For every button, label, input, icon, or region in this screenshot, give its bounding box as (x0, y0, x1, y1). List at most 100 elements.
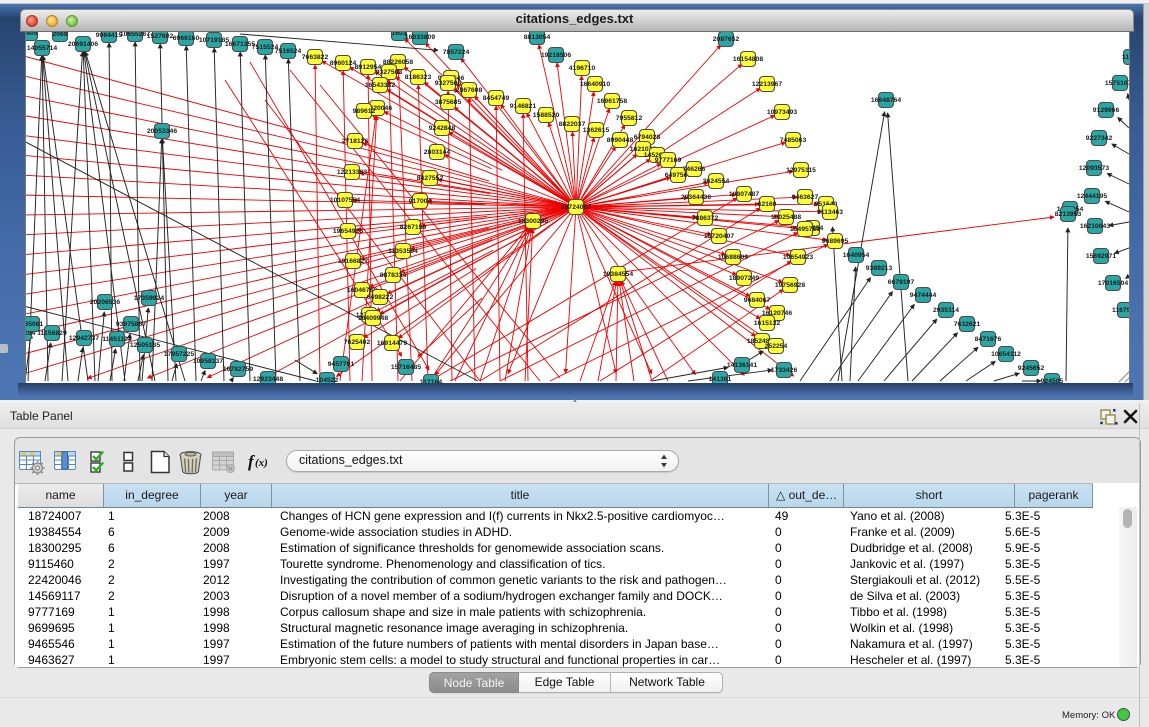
svg-text:9245652: 9245652 (1018, 365, 1045, 372)
svg-text:3624554: 3624554 (703, 178, 730, 185)
svg-text:9113463: 9113463 (817, 209, 843, 216)
svg-text:16648764: 16648764 (871, 97, 901, 104)
svg-text:11173: 11173 (1122, 54, 1129, 61)
svg-text:252254: 252254 (765, 343, 788, 350)
svg-text:9474444: 9474444 (910, 292, 937, 299)
svg-text:19654923: 19654923 (783, 254, 813, 261)
svg-text:7625402: 7625402 (344, 339, 371, 346)
svg-text:18724007: 18724007 (561, 204, 591, 211)
svg-text:8813054: 8813054 (524, 34, 551, 41)
svg-text:7516524: 7516524 (275, 48, 302, 55)
svg-text:15716485: 15716485 (391, 364, 421, 371)
svg-text:1362615: 1362615 (583, 127, 610, 134)
svg-text:9146821: 9146821 (510, 103, 537, 110)
svg-text:19166827: 19166827 (338, 258, 368, 265)
svg-text:16033809: 16033809 (405, 34, 435, 41)
svg-text:9064415: 9064415 (96, 32, 123, 39)
svg-text:1405: 1405 (26, 32, 38, 37)
svg-text:12213967: 12213967 (752, 81, 782, 88)
svg-text:11353594: 11353594 (388, 248, 418, 255)
svg-text:6498222: 6498222 (367, 294, 394, 301)
svg-text:11156829: 11156829 (37, 330, 67, 337)
svg-text:8990448: 8990448 (607, 137, 634, 144)
svg-text:9242848: 9242848 (429, 125, 456, 132)
svg-text:2803144: 2803144 (424, 149, 451, 156)
svg-text:8878334: 8878334 (380, 272, 407, 279)
svg-text:9389213: 9389213 (866, 265, 893, 272)
svg-text:8822037: 8822037 (559, 121, 586, 128)
svg-text:2087652: 2087652 (713, 36, 740, 43)
svg-text:20364436: 20364436 (681, 194, 711, 201)
svg-text:9457791: 9457791 (328, 361, 355, 368)
svg-text:9327503: 9327503 (376, 69, 403, 76)
svg-text:15720407: 15720407 (704, 233, 734, 240)
svg-text:10025488: 10025488 (771, 214, 801, 221)
svg-text:16961758: 16961758 (597, 98, 627, 105)
svg-text:15751074: 15751074 (1105, 80, 1129, 87)
svg-text:15495759: 15495759 (790, 226, 820, 233)
svg-text:8471676: 8471676 (975, 336, 1002, 343)
svg-text:3875685: 3875685 (435, 99, 462, 106)
svg-text:1733426: 1733426 (771, 367, 798, 374)
svg-text:10654112: 10654112 (991, 351, 1021, 358)
svg-text:989612: 989612 (353, 108, 376, 115)
svg-text:9777169: 9777169 (655, 157, 682, 164)
svg-text:14055714: 14055714 (27, 45, 57, 52)
svg-text:18300295: 18300295 (518, 218, 548, 225)
svg-text:2718126: 2718126 (342, 138, 369, 145)
svg-text:7663822: 7663822 (302, 54, 329, 61)
svg-text:15692971: 15692971 (1086, 253, 1116, 260)
svg-text:2935114: 2935114 (933, 307, 959, 314)
svg-text:12975115: 12975115 (786, 167, 816, 174)
svg-text:19218506: 19218506 (541, 52, 571, 59)
svg-text:7857224: 7857224 (443, 49, 470, 56)
svg-text:1167533: 1167533 (1112, 307, 1129, 314)
svg-text:8454749: 8454749 (483, 95, 510, 102)
svg-text:12444195: 12444195 (1077, 193, 1107, 200)
svg-text:9689695: 9689695 (822, 238, 849, 245)
svg-text:93975867: 93975867 (116, 321, 146, 328)
svg-text:8213953: 8213953 (1055, 211, 1082, 218)
svg-text:17016504: 17016504 (1098, 280, 1128, 287)
svg-text:20053346: 20053346 (147, 128, 177, 135)
svg-text:10107554: 10107554 (330, 197, 360, 204)
svg-text:1615132: 1615132 (754, 320, 781, 327)
svg-text:12213383: 12213383 (337, 169, 367, 176)
svg-text:2069: 2069 (52, 32, 67, 38)
svg-text:12942737: 12942737 (69, 335, 99, 342)
svg-text:9129966: 9129966 (1093, 107, 1120, 114)
svg-text:19654925: 19654925 (333, 228, 363, 235)
svg-text:10655267: 10655267 (120, 32, 150, 38)
svg-text:62160: 62160 (758, 201, 777, 208)
svg-text:1588520: 1588520 (533, 112, 560, 119)
svg-text:7955812: 7955812 (616, 115, 643, 122)
svg-text:16210643: 16210643 (1080, 223, 1110, 230)
svg-text:4196710: 4196710 (569, 65, 596, 72)
svg-text:8427552: 8427552 (417, 175, 444, 182)
svg-text:8267150: 8267150 (400, 224, 427, 231)
svg-text:20206536: 20206536 (90, 299, 120, 306)
svg-text:8186323: 8186323 (405, 74, 432, 81)
svg-text:(x): (x) (255, 457, 268, 469)
svg-text:12923448: 12923448 (253, 376, 283, 383)
svg-text:16640910: 16640910 (580, 81, 610, 88)
svg-text:19384554: 19384554 (603, 271, 633, 278)
svg-text:9327508: 9327508 (435, 80, 462, 87)
svg-text:16914479: 16914479 (377, 340, 407, 347)
svg-text:10807487: 10807487 (729, 191, 759, 198)
svg-text:17957225: 17957225 (164, 351, 194, 358)
svg-text:12093573: 12093573 (1079, 165, 1109, 172)
svg-text:16409948: 16409948 (358, 315, 388, 322)
svg-text:10958137: 10958137 (193, 358, 223, 365)
svg-text:18907249: 18907249 (729, 275, 759, 282)
svg-text:16543382: 16543382 (365, 82, 395, 89)
svg-text:8960124: 8960124 (330, 60, 357, 67)
svg-text:141361: 141361 (709, 376, 732, 383)
svg-text:746266: 746266 (683, 166, 706, 173)
svg-text:2867608: 2867608 (456, 87, 483, 94)
svg-text:6966160: 6966160 (173, 35, 200, 42)
svg-text:16782759: 16782759 (223, 366, 253, 373)
svg-text:16671355: 16671355 (225, 41, 255, 48)
svg-text:10973493: 10973493 (767, 109, 797, 116)
svg-text:7632621: 7632621 (954, 321, 981, 328)
